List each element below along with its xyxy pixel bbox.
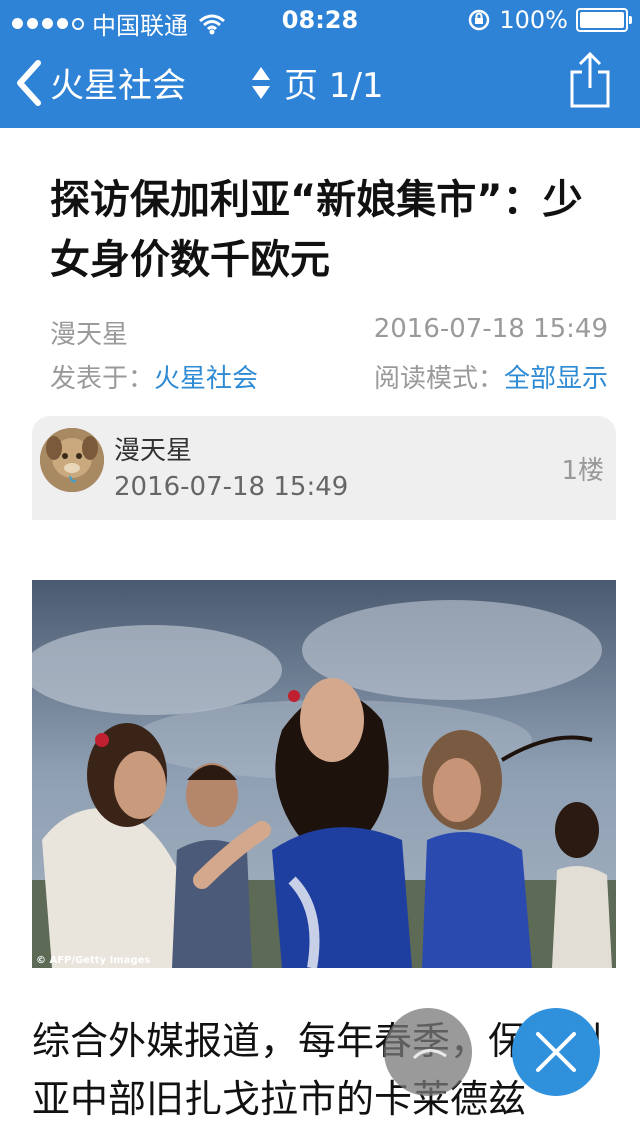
post-time: 2016-07-18 15:49 — [114, 472, 349, 502]
read-mode-link[interactable]: 全部显示 — [504, 364, 608, 394]
back-label: 火星社会 — [50, 66, 186, 106]
status-bar: 中国联通 08:28 100% — [0, 0, 640, 40]
article-author[interactable]: 漫天星 — [50, 320, 128, 350]
top-bar: 中国联通 08:28 100% 火星社会 页 1/1 — [0, 0, 640, 128]
nav-bar: 火星社会 页 1/1 — [0, 40, 640, 128]
forum-link[interactable]: 火星社会 — [154, 364, 258, 394]
floor-number: 1楼 — [561, 456, 604, 486]
meta-row-forum: 发表于：火星社会 阅读模式：全部显示 — [50, 358, 608, 395]
photo-credit: © AFP/Getty Images — [36, 955, 151, 966]
chevron-left-icon — [17, 59, 41, 106]
rotation-lock-icon — [469, 9, 490, 31]
sort-arrows-icon — [252, 66, 270, 99]
post-author[interactable]: 漫天星 — [114, 430, 192, 467]
share-icon — [570, 51, 610, 108]
battery-percent: 100% — [499, 6, 568, 34]
avatar[interactable] — [40, 428, 104, 492]
article-title: 探访保加利亚“新娘集市”：少女身价数千欧元 — [50, 177, 583, 283]
share-button[interactable] — [570, 51, 610, 112]
posted-in-label: 发表于： — [50, 364, 155, 394]
meta-row-author: 漫天星 2016-07-18 15:49 — [50, 314, 608, 351]
page-selector[interactable]: 页 1/1 — [250, 58, 384, 107]
fab-leaf-button[interactable] — [384, 1008, 472, 1096]
close-icon — [536, 1032, 576, 1072]
fab-close-button[interactable] — [512, 1008, 600, 1096]
back-button[interactable]: 火星社会 — [14, 58, 186, 107]
battery-icon — [576, 8, 632, 32]
read-mode: 阅读模式：全部显示 — [374, 358, 608, 395]
post-header: 漫天星 2016-07-18 15:49 1楼 — [32, 416, 616, 520]
status-right: 100% — [467, 6, 632, 34]
leaf-icon — [412, 1049, 447, 1060]
article-date: 2016-07-18 15:49 — [373, 314, 608, 344]
page-label: 页 1/1 — [284, 66, 384, 106]
article-photo[interactable]: © AFP/Getty Images — [32, 580, 616, 968]
read-mode-label: 阅读模式： — [373, 364, 504, 394]
